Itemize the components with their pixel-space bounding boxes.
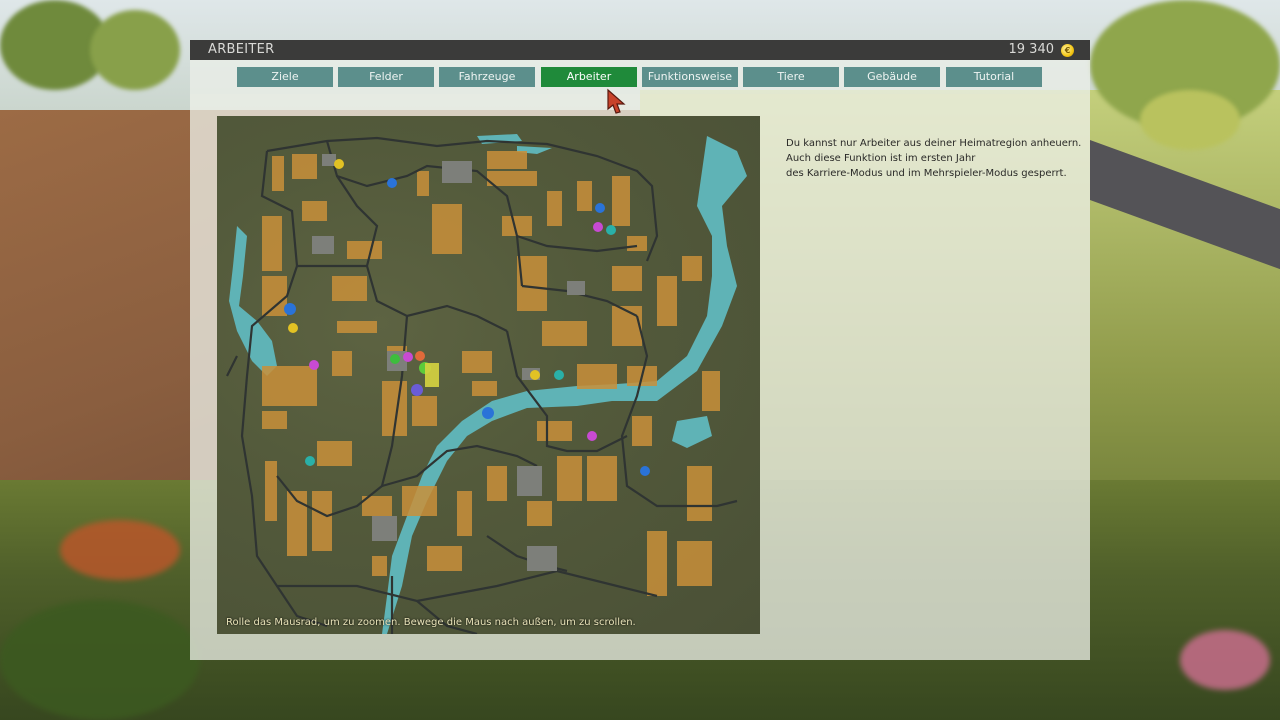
money-balance: 19 340 — [1008, 42, 1055, 57]
info-text: Du kannst nur Arbeiter aus deiner Heimat… — [786, 136, 1086, 181]
flowers — [60, 520, 180, 580]
window-title: ARBEITER — [208, 42, 275, 57]
title-bar: ARBEITER 19 340 € — [190, 40, 1090, 60]
coin-icon: € — [1061, 44, 1074, 57]
info-line-2: Auch diese Funktion ist im ersten Jahr — [786, 153, 976, 164]
tab-felder[interactable]: Felder — [338, 67, 434, 87]
overview-map[interactable]: Rolle das Mausrad, um zu zoomen. Bewege … — [217, 116, 760, 634]
tab-bar: Ziele Felder Fahrzeuge Arbeiter Funktion… — [190, 60, 1090, 94]
tree-foliage — [1140, 90, 1240, 150]
map-graphic — [226, 134, 747, 634]
tab-gebaeude[interactable]: Gebäude — [844, 67, 940, 87]
tab-fahrzeuge[interactable]: Fahrzeuge — [439, 67, 535, 87]
flowers — [0, 600, 200, 720]
map-hint: Rolle das Mausrad, um zu zoomen. Bewege … — [226, 617, 636, 628]
content-panel: Rolle das Mausrad, um zu zoomen. Bewege … — [190, 94, 1090, 660]
tab-arbeiter[interactable]: Arbeiter — [541, 67, 637, 87]
tab-funktionsweise[interactable]: Funktionsweise — [642, 67, 738, 87]
info-line-1: Du kannst nur Arbeiter aus deiner Heimat… — [786, 138, 1082, 149]
tree-foliage — [90, 10, 180, 90]
info-line-3: des Karriere-Modus und im Mehrspieler-Mo… — [786, 168, 1067, 179]
tab-ziele[interactable]: Ziele — [237, 67, 333, 87]
tab-tutorial[interactable]: Tutorial — [946, 67, 1042, 87]
mouse-cursor-icon — [607, 88, 626, 114]
workers-menu-window: ARBEITER 19 340 € Ziele Felder Fahrzeuge… — [190, 40, 1090, 660]
tab-tiere[interactable]: Tiere — [743, 67, 839, 87]
field-parcels — [262, 151, 720, 596]
flowers — [1180, 630, 1270, 690]
